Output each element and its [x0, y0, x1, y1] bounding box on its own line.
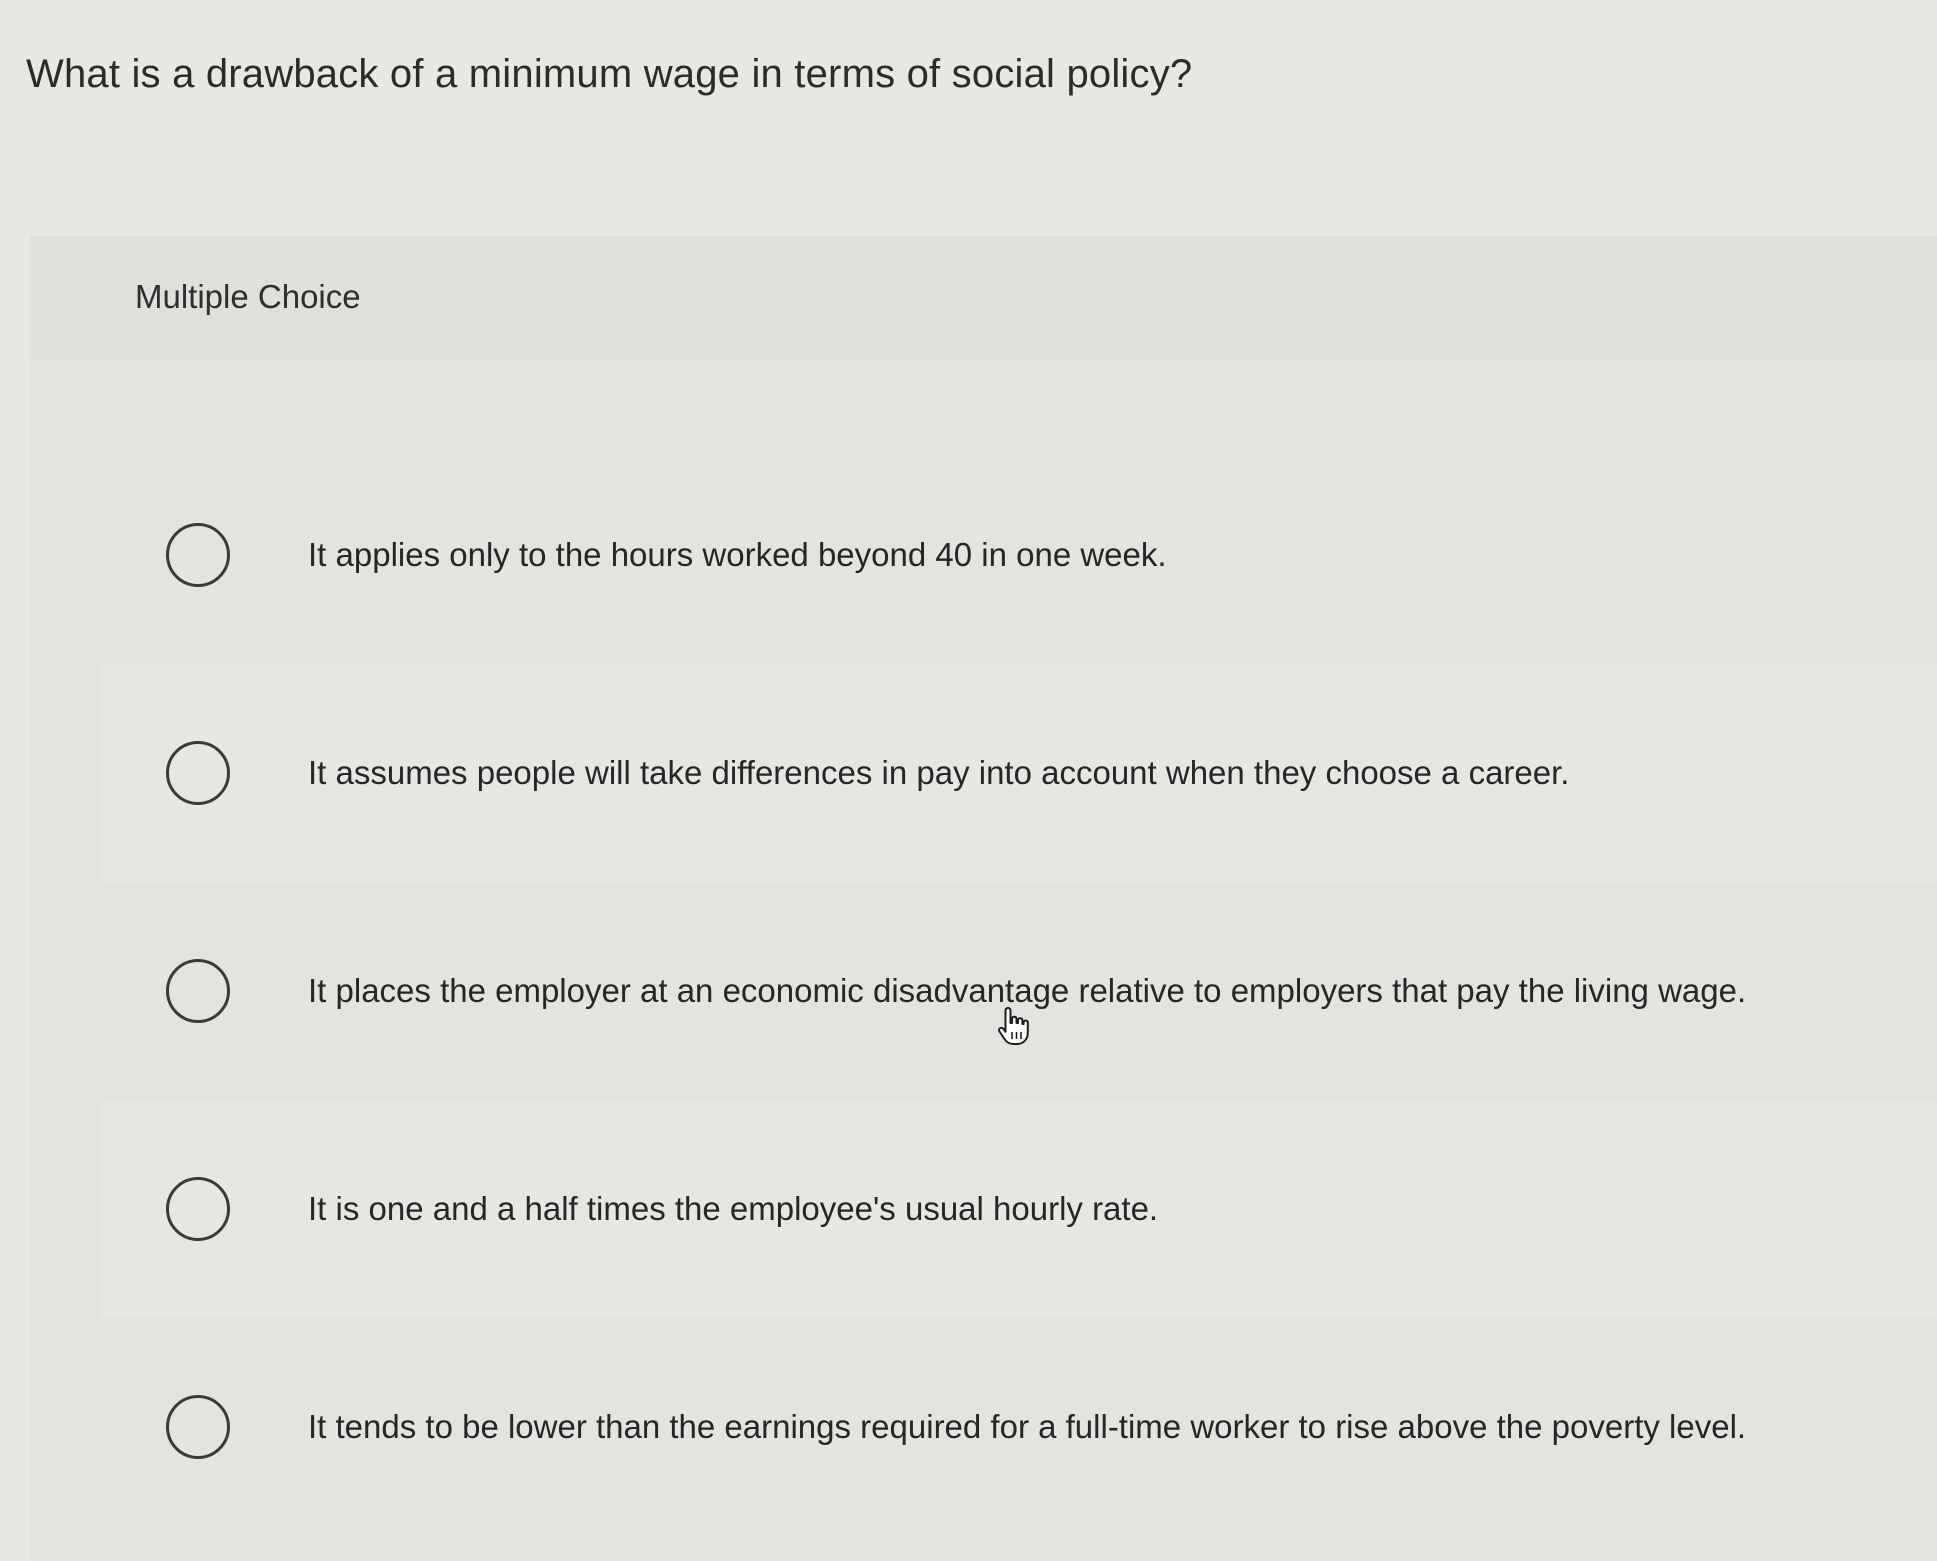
- option-1[interactable]: It applies only to the hours worked beyo…: [100, 446, 1937, 664]
- option-label[interactable]: It tends to be lower than the earnings r…: [308, 1408, 1746, 1446]
- option-2[interactable]: It assumes people will take differences …: [100, 664, 1937, 882]
- option-label[interactable]: It applies only to the hours worked beyo…: [308, 536, 1167, 574]
- multiple-choice-label: Multiple Choice: [135, 278, 361, 315]
- radio-button-icon[interactable]: [166, 741, 230, 805]
- answer-panel: Multiple Choice It applies only to the h…: [30, 236, 1937, 1561]
- radio-button-icon[interactable]: [166, 523, 230, 587]
- hand-pointer-icon: [998, 1007, 1029, 1045]
- option-label[interactable]: It is one and a half times the employee'…: [308, 1190, 1158, 1228]
- radio-button-icon[interactable]: [166, 1177, 230, 1241]
- options-list: It applies only to the hours worked beyo…: [100, 446, 1937, 1536]
- option-5[interactable]: It tends to be lower than the earnings r…: [100, 1318, 1937, 1536]
- option-4[interactable]: It is one and a half times the employee'…: [100, 1100, 1937, 1318]
- option-label[interactable]: It assumes people will take differences …: [308, 754, 1569, 792]
- radio-button-icon[interactable]: [166, 959, 230, 1023]
- option-label[interactable]: It places the employer at an economic di…: [308, 972, 1746, 1010]
- question-text: What is a drawback of a minimum wage in …: [26, 52, 1193, 96]
- option-3[interactable]: It places the employer at an economic di…: [100, 882, 1937, 1100]
- panel-header: Multiple Choice: [30, 236, 1937, 360]
- radio-button-icon[interactable]: [166, 1395, 230, 1459]
